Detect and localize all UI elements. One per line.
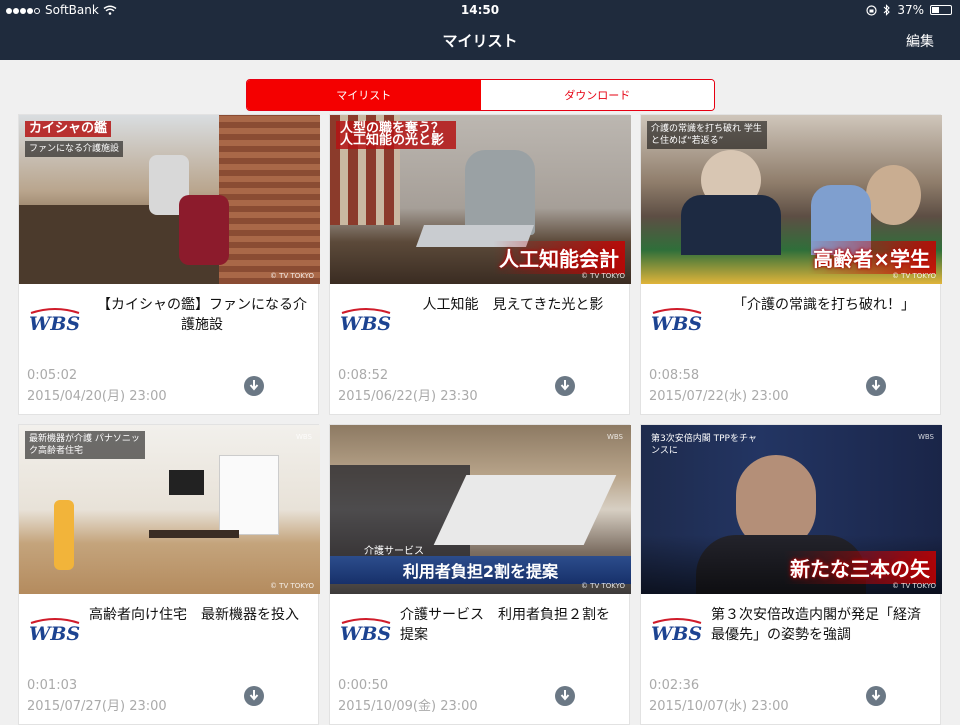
download-icon[interactable] — [866, 686, 886, 706]
watermark: © TV TOKYO — [269, 582, 314, 590]
download-icon[interactable] — [244, 376, 264, 396]
thumb-tag: 介護の常識を打ち破れ 学生と住めば“若返る” — [647, 121, 767, 149]
thumb-logo: WBS — [606, 433, 623, 441]
wbs-logo: WBS — [29, 618, 80, 643]
watermark: © TV TOKYO — [580, 272, 625, 280]
watermark: © TV TOKYO — [891, 272, 936, 280]
video-date: 2015/07/27(月) 23:00 — [27, 699, 167, 714]
thumb-caption: 新たな三本の矢 — [784, 551, 936, 584]
video-title: 「介護の常識を打ち破れ！」 — [733, 297, 915, 313]
watermark: © TV TOKYO — [269, 272, 314, 280]
bluetooth-icon — [883, 4, 891, 16]
video-title: 人工知能 見えてきた光と影 — [422, 297, 604, 313]
video-thumbnail[interactable]: カイシャの鑑 ファンになる介護施設 © TV TOKYO — [19, 115, 320, 284]
thumb-caption: 利用者負担2割を提案 — [330, 556, 631, 584]
video-date: 2015/07/22(水) 23:00 — [649, 389, 789, 404]
status-bar: SoftBank 14:50 37% — [0, 0, 960, 20]
video-thumbnail[interactable]: 第3次安倍内閣 TPPをチャンスに 新たな三本の矢 WBS © TV TOKYO — [641, 425, 942, 594]
video-duration: 0:05:02 — [27, 368, 78, 383]
video-duration: 0:08:52 — [338, 368, 389, 383]
wbs-logo: WBS — [29, 308, 80, 333]
status-right: 37% — [866, 3, 952, 17]
video-date: 2015/06/22(月) 23:30 — [338, 389, 478, 404]
video-thumbnail[interactable]: 人型の職を奪う？ 人工知能の光と影 人工知能会計 © TV TOKYO — [330, 115, 631, 284]
download-icon[interactable] — [866, 376, 886, 396]
wbs-logo: WBS — [340, 308, 391, 333]
thumb-logo: WBS — [917, 433, 934, 441]
thumb-caption: 人工知能会計 — [493, 241, 625, 274]
tab-mylist[interactable]: マイリスト — [247, 80, 481, 110]
page-title: マイリスト — [442, 32, 518, 50]
video-duration: 0:00:50 — [338, 678, 389, 693]
download-icon[interactable] — [555, 376, 575, 396]
wbs-logo: WBS — [651, 308, 702, 333]
thumb-tag: カイシャの鑑 — [25, 121, 112, 137]
wbs-logo: WBS — [651, 618, 702, 643]
thumb-tag: 人型の職を奪う？ 人工知能の光と影 — [336, 121, 456, 149]
navigation-bar: マイリスト 編集 — [0, 20, 960, 60]
logo-text: WBS — [651, 623, 702, 643]
video-title: 高齢者向け住宅 最新機器を投入 — [89, 607, 299, 623]
thumb-logo: WBS — [295, 433, 312, 441]
video-date: 2015/10/09(金) 23:00 — [338, 699, 478, 714]
logo-text: WBS — [29, 623, 80, 643]
thumb-caption: 高齢者×学生 — [807, 241, 936, 274]
thumb-tag: 第3次安倍内閣 TPPをチャンスに — [651, 434, 757, 456]
download-icon[interactable] — [244, 686, 264, 706]
video-card[interactable]: カイシャの鑑 ファンになる介護施設 © TV TOKYO WBS 【カイシャの鑑… — [18, 114, 320, 415]
video-thumbnail[interactable]: 介護の常識を打ち破れ 学生と住めば“若返る” 高齢者×学生 © TV TOKYO — [641, 115, 942, 284]
thumb-tag: 最新機器が介護 パナソニック高齢者住宅 — [25, 431, 145, 459]
video-card[interactable]: 介護の常識を打ち破れ 学生と住めば“若返る” 高齢者×学生 © TV TOKYO… — [640, 114, 942, 415]
wbs-logo: WBS — [340, 618, 391, 643]
main-content: マイリスト ダウンロード カイシャの鑑 ファンになる介護施設 © TV TOKY… — [0, 60, 960, 725]
video-title: 【カイシャの鑑】ファンになる介護施設 — [97, 297, 307, 333]
video-title: 介護サービス 利用者負担２割を提案 — [400, 607, 610, 643]
video-card[interactable]: 最新機器が介護 パナソニック高齢者住宅 WBS © TV TOKYO WBS 高… — [18, 424, 320, 725]
video-card[interactable]: 人型の職を奪う？ 人工知能の光と影 人工知能会計 © TV TOKYO WBS … — [329, 114, 631, 415]
tab-download[interactable]: ダウンロード — [480, 80, 714, 110]
logo-text: WBS — [651, 313, 702, 333]
download-icon[interactable] — [555, 686, 575, 706]
video-thumbnail[interactable]: 介護サービス 利用者負担2割を提案 WBS © TV TOKYO — [330, 425, 631, 594]
logo-text: WBS — [29, 313, 80, 333]
status-time: 14:50 — [460, 3, 500, 17]
battery-percent: 37% — [897, 3, 924, 17]
video-date: 2015/04/20(月) 23:00 — [27, 389, 167, 404]
battery-icon — [930, 5, 952, 15]
edit-button[interactable]: 編集 — [906, 31, 934, 51]
video-card[interactable]: 介護サービス 利用者負担2割を提案 WBS © TV TOKYO WBS 介護サ… — [329, 424, 631, 725]
watermark: © TV TOKYO — [891, 582, 936, 590]
video-duration: 0:08:58 — [649, 368, 700, 383]
thumb-subtag: ファンになる介護施設 — [25, 141, 124, 157]
video-date: 2015/10/07(水) 23:00 — [649, 699, 789, 714]
watermark: © TV TOKYO — [580, 582, 625, 590]
orientation-lock-icon — [866, 4, 877, 16]
video-duration: 0:02:36 — [649, 678, 700, 693]
video-card[interactable]: 第3次安倍内閣 TPPをチャンスに 新たな三本の矢 WBS © TV TOKYO… — [640, 424, 942, 725]
video-duration: 0:01:03 — [27, 678, 78, 693]
video-thumbnail[interactable]: 最新機器が介護 パナソニック高齢者住宅 WBS © TV TOKYO — [19, 425, 320, 594]
logo-text: WBS — [340, 313, 391, 333]
video-title: 第３次安倍改造内閣が発足「経済最優先」の姿勢を強調 — [711, 607, 921, 643]
logo-text: WBS — [340, 623, 391, 643]
segmented-control: マイリスト ダウンロード — [246, 79, 715, 111]
